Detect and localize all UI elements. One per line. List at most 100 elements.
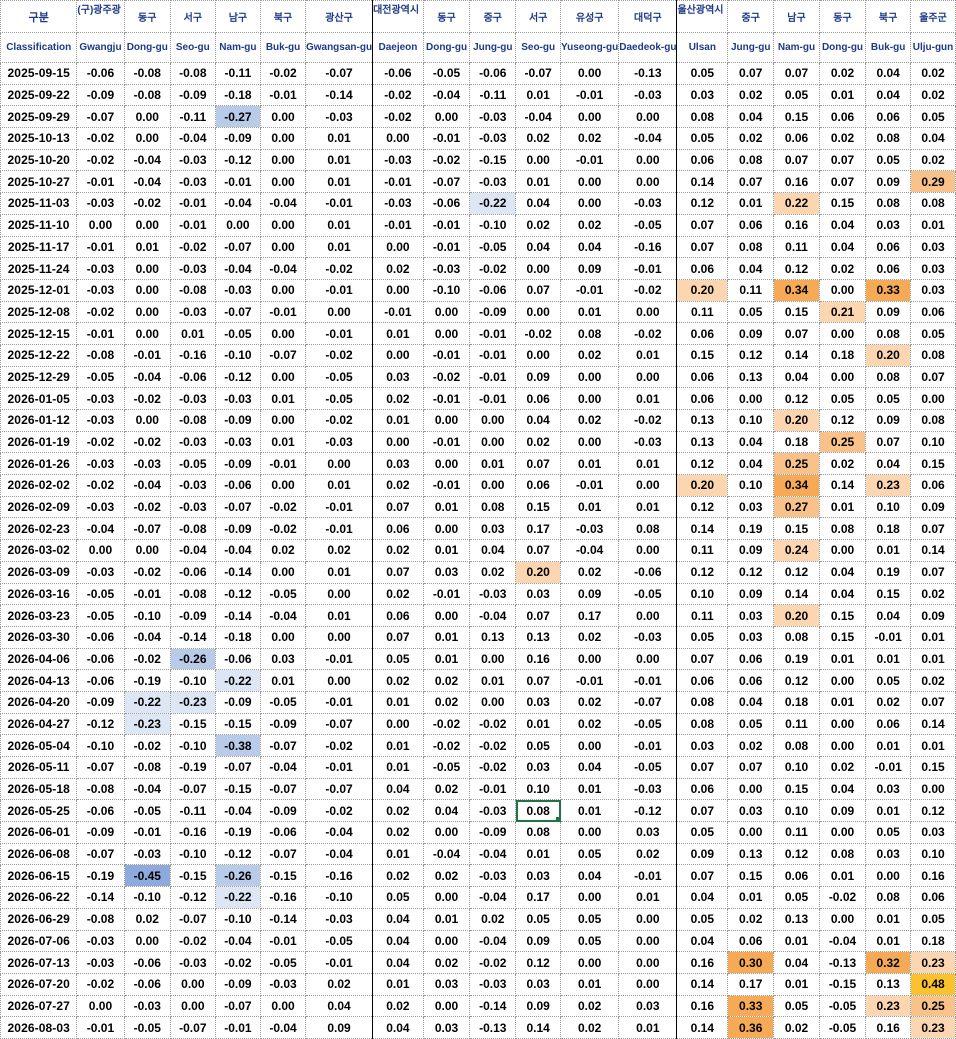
- value-cell[interactable]: 0.01: [559, 452, 620, 476]
- value-cell[interactable]: 0.02: [123, 907, 172, 931]
- date-cell[interactable]: 2026-06-01: [0, 821, 78, 844]
- value-cell[interactable]: 0.15: [818, 192, 867, 215]
- value-cell[interactable]: -0.26: [170, 647, 216, 671]
- value-cell[interactable]: 0.07: [515, 539, 561, 562]
- value-cell[interactable]: 0.16: [910, 864, 956, 888]
- value-cell[interactable]: 0.20: [773, 409, 820, 432]
- value-cell[interactable]: -0.01: [304, 690, 374, 714]
- value-cell[interactable]: -0.03: [559, 517, 620, 541]
- value-cell[interactable]: -0.04: [214, 539, 262, 562]
- value-cell[interactable]: -0.07: [170, 777, 216, 801]
- value-cell[interactable]: 0.00: [422, 409, 471, 432]
- value-cell[interactable]: 0.19: [773, 647, 820, 671]
- value-cell[interactable]: 0.09: [865, 170, 912, 194]
- value-cell[interactable]: -0.22: [123, 690, 172, 714]
- value-cell[interactable]: -0.01: [422, 127, 471, 150]
- value-cell[interactable]: -0.12: [618, 799, 678, 823]
- value-cell[interactable]: 0.25: [910, 994, 956, 1018]
- value-cell[interactable]: -0.10: [170, 734, 216, 757]
- value-cell[interactable]: 0.02: [910, 582, 956, 606]
- value-cell[interactable]: 0.04: [372, 907, 424, 931]
- value-cell[interactable]: 0.25: [773, 452, 820, 476]
- value-cell[interactable]: 0.07: [910, 517, 956, 541]
- value-cell[interactable]: 0.01: [559, 799, 620, 823]
- value-cell[interactable]: 0.02: [372, 257, 424, 280]
- value-cell[interactable]: 0.00: [818, 669, 867, 692]
- value-cell[interactable]: 0.06: [676, 387, 729, 410]
- value-cell[interactable]: -0.09: [260, 712, 306, 736]
- value-cell[interactable]: 0.06: [676, 365, 729, 389]
- value-cell[interactable]: -0.16: [170, 821, 216, 844]
- value-cell[interactable]: 0.00: [260, 170, 306, 194]
- value-cell[interactable]: 0.08: [910, 409, 956, 432]
- value-cell[interactable]: 0.05: [865, 387, 912, 410]
- value-cell[interactable]: 0.00: [123, 929, 172, 953]
- value-cell[interactable]: 0.00: [559, 886, 620, 909]
- value-cell[interactable]: -0.04: [170, 539, 216, 562]
- value-cell[interactable]: -0.05: [618, 756, 678, 779]
- value-cell[interactable]: 0.04: [676, 886, 729, 909]
- value-cell[interactable]: 0.12: [515, 951, 561, 974]
- date-cell[interactable]: 2025-12-08: [0, 300, 78, 324]
- value-cell[interactable]: 0.02: [372, 864, 424, 888]
- value-cell[interactable]: 0.03: [515, 582, 561, 606]
- value-cell[interactable]: -0.01: [214, 1016, 262, 1039]
- district-header-en[interactable]: Gwangsan-gu: [304, 32, 374, 63]
- district-header-ko[interactable]: 중구: [727, 0, 775, 33]
- value-cell[interactable]: -0.15: [818, 972, 867, 996]
- value-cell[interactable]: -0.01: [304, 495, 374, 519]
- value-cell[interactable]: 0.05: [515, 734, 561, 757]
- value-cell[interactable]: 0.18: [773, 430, 820, 454]
- value-cell[interactable]: 0.00: [818, 539, 867, 562]
- value-cell[interactable]: 0.01: [260, 669, 306, 692]
- value-cell[interactable]: 0.09: [559, 582, 620, 606]
- date-cell[interactable]: 2026-05-18: [0, 777, 78, 801]
- value-cell[interactable]: 0.01: [773, 929, 820, 953]
- value-cell[interactable]: 0.04: [372, 777, 424, 801]
- district-header-en[interactable]: Gwangju: [76, 32, 125, 63]
- value-cell[interactable]: 0.00: [618, 365, 678, 389]
- value-cell[interactable]: 0.05: [865, 821, 912, 844]
- value-cell[interactable]: 0.29: [910, 170, 956, 194]
- district-header-ko[interactable]: 광산구: [304, 0, 374, 33]
- district-header-en[interactable]: Buk-gu: [260, 32, 306, 63]
- value-cell[interactable]: 0.03: [910, 821, 956, 844]
- date-cell[interactable]: 2025-11-03: [0, 192, 78, 215]
- value-cell[interactable]: 0.12: [773, 560, 820, 584]
- value-cell[interactable]: 0.16: [865, 1016, 912, 1039]
- value-cell[interactable]: 0.33: [865, 278, 912, 302]
- date-cell[interactable]: 2025-09-15: [0, 62, 78, 85]
- value-cell[interactable]: 0.00: [618, 105, 678, 129]
- value-cell[interactable]: 0.05: [676, 821, 729, 844]
- value-cell[interactable]: -0.03: [170, 170, 216, 194]
- value-cell[interactable]: -0.12: [214, 365, 262, 389]
- value-cell[interactable]: 0.07: [773, 62, 820, 85]
- value-cell[interactable]: 0.02: [818, 257, 867, 280]
- value-cell[interactable]: -0.12: [170, 886, 216, 909]
- value-cell[interactable]: 0.12: [910, 799, 956, 823]
- value-cell[interactable]: -0.05: [304, 929, 374, 953]
- value-cell[interactable]: -0.03: [170, 951, 216, 974]
- date-cell[interactable]: 2026-04-06: [0, 647, 78, 671]
- value-cell[interactable]: 0.06: [910, 300, 956, 324]
- value-cell[interactable]: -0.03: [123, 994, 172, 1018]
- value-cell[interactable]: 0.02: [372, 994, 424, 1018]
- value-cell[interactable]: 0.08: [910, 192, 956, 215]
- date-cell[interactable]: 2025-11-10: [0, 213, 78, 237]
- date-cell[interactable]: 2025-11-17: [0, 235, 78, 259]
- value-cell[interactable]: -0.07: [422, 170, 471, 194]
- value-cell[interactable]: 0.20: [773, 604, 820, 627]
- value-cell[interactable]: -0.08: [170, 62, 216, 85]
- value-cell[interactable]: 0.07: [910, 690, 956, 714]
- value-cell[interactable]: 0.00: [559, 387, 620, 410]
- value-cell[interactable]: 0.07: [773, 322, 820, 345]
- value-cell[interactable]: -0.05: [260, 582, 306, 606]
- value-cell[interactable]: 0.02: [559, 625, 620, 649]
- value-cell[interactable]: 0.08: [676, 690, 729, 714]
- value-cell[interactable]: -0.01: [123, 582, 172, 606]
- value-cell[interactable]: 0.00: [260, 278, 306, 302]
- value-cell[interactable]: 0.15: [818, 625, 867, 649]
- value-cell[interactable]: -0.03: [469, 105, 517, 129]
- value-cell[interactable]: 0.05: [865, 148, 912, 172]
- value-cell[interactable]: 0.01: [818, 647, 867, 671]
